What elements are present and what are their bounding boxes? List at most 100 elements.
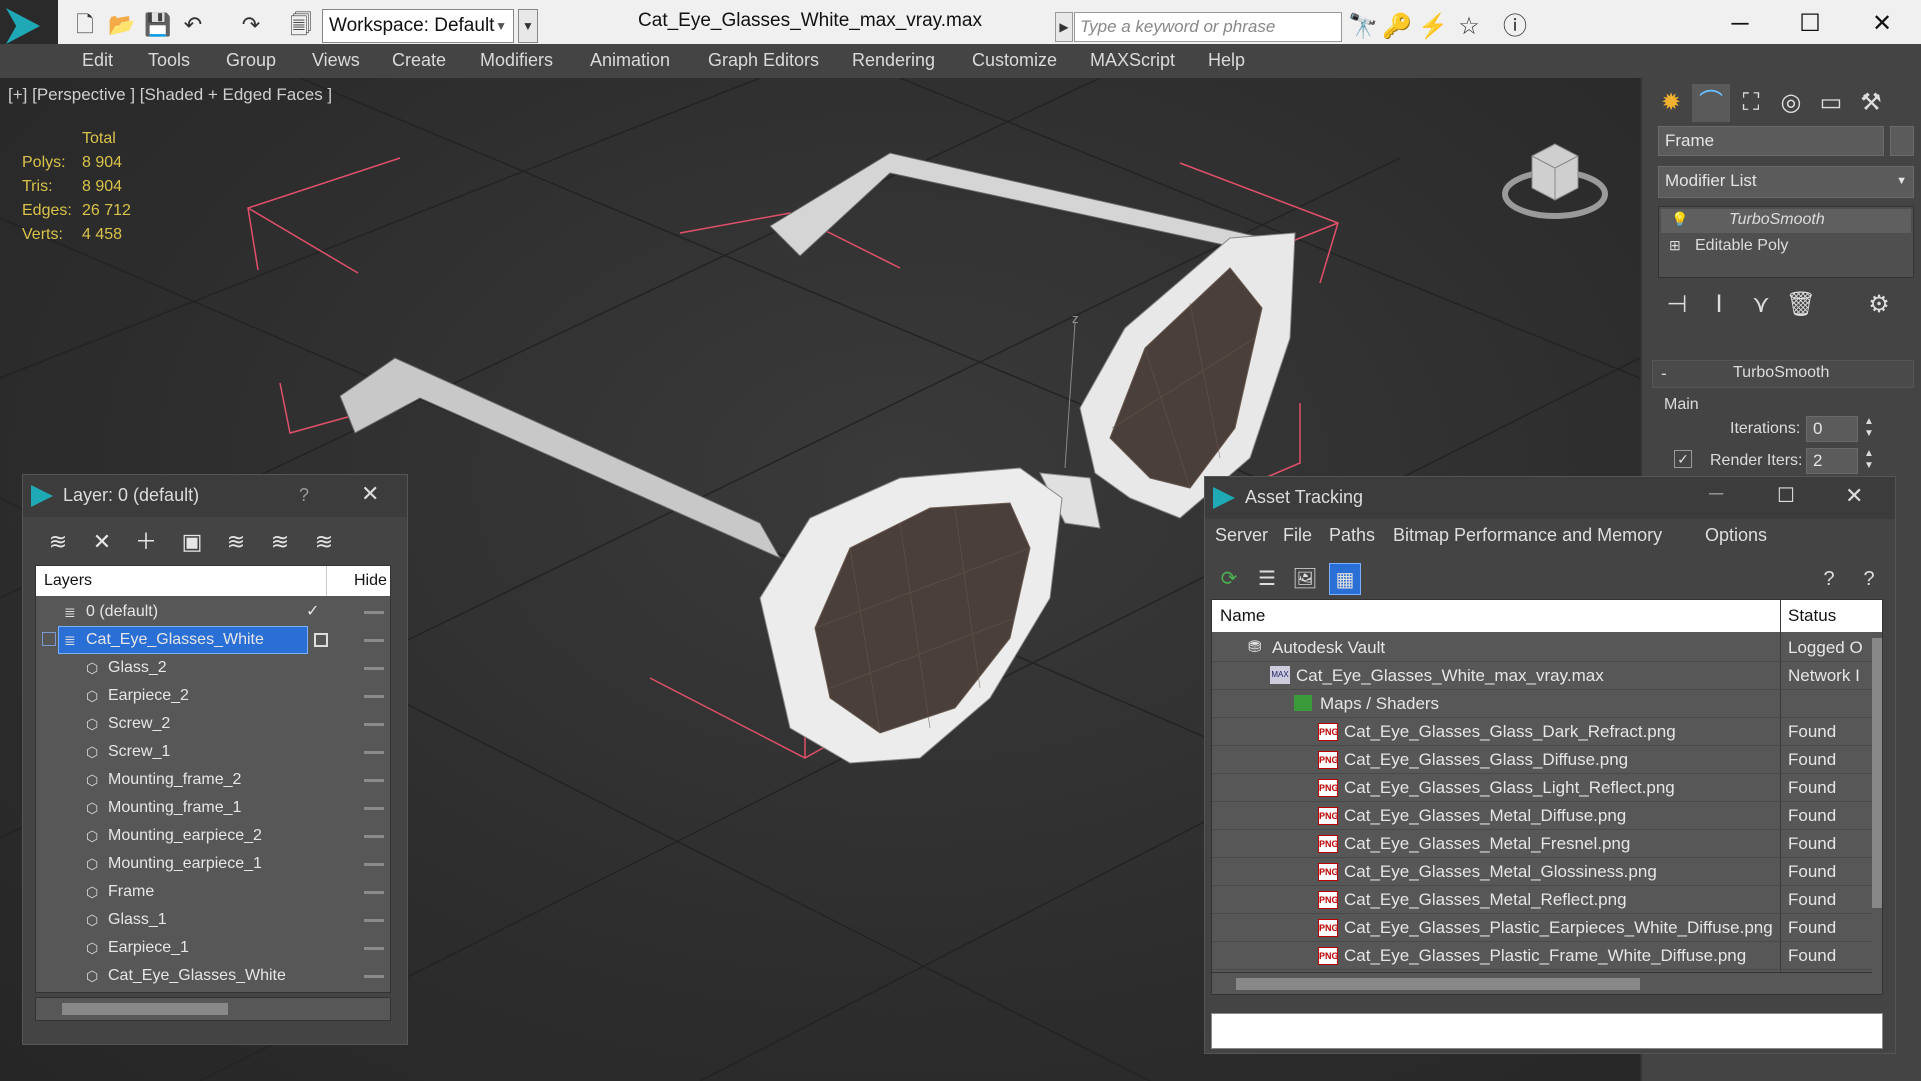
asset-row-png[interactable]: PNG Cat_Eye_Glasses_Glass_Dark_Refract.pn… — [1212, 718, 1882, 746]
collapse-icon[interactable] — [42, 632, 56, 646]
iterations-spinner[interactable]: 0 — [1806, 416, 1858, 442]
object-row[interactable]: ⬡ Glass_1 — [36, 906, 390, 934]
workspace-dropdown[interactable]: Workspace: Default ▼ — [322, 9, 514, 43]
redo-icon[interactable]: ↷ — [238, 12, 264, 38]
hierarchy-tab-icon[interactable]: ⛶ — [1732, 84, 1770, 122]
asset-horizontal-scrollbar[interactable] — [1212, 972, 1872, 994]
object-row[interactable]: ⬡ Glass_2 — [36, 654, 390, 682]
render-iters-checkbox[interactable]: ✓ — [1674, 450, 1692, 468]
object-row[interactable]: ⬡ Earpiece_2 — [36, 682, 390, 710]
menu-edit[interactable]: Edit — [82, 50, 113, 71]
col-status[interactable]: Status — [1788, 600, 1836, 632]
communication-icon[interactable]: ⚡ — [1418, 12, 1448, 42]
lightbulb-icon[interactable]: 💡 — [1671, 211, 1688, 228]
layer-properties-icon[interactable]: ≋ — [307, 525, 341, 559]
menu-animation[interactable]: Animation — [590, 50, 670, 71]
project-folder-icon[interactable]: 🗐 — [288, 12, 314, 38]
remove-modifier-icon[interactable]: 🗑 — [1782, 286, 1820, 324]
menu-tools[interactable]: Tools — [148, 50, 190, 71]
hide-toggle[interactable] — [364, 863, 384, 866]
scroll-thumb[interactable] — [1872, 638, 1882, 908]
search-input[interactable]: Type a keyword or phrase — [1074, 12, 1342, 42]
stack-item-turbosmooth[interactable]: 💡 TurboSmooth — [1661, 209, 1911, 233]
maximize-button[interactable]: ☐ — [1780, 4, 1840, 44]
active-layer-check-icon[interactable]: ✓ — [306, 598, 319, 626]
hide-toggle[interactable] — [364, 807, 384, 810]
table-view-icon[interactable]: ▦ — [1329, 563, 1361, 595]
create-layer-icon[interactable]: ≋ — [41, 525, 75, 559]
asset-row-png[interactable]: PNG Cat_Eye_Glasses_Metal_Glossiness.png F… — [1212, 858, 1882, 886]
hide-toggle[interactable] — [364, 611, 384, 614]
hide-toggle[interactable] — [364, 975, 384, 978]
object-name-field[interactable]: Frame — [1658, 126, 1884, 156]
asset-row-vault[interactable]: ⛃ Autodesk Vault Logged O — [1212, 634, 1882, 662]
make-unique-icon[interactable]: ⋎ — [1742, 286, 1780, 324]
utilities-tab-icon[interactable]: ⚒ — [1852, 84, 1890, 122]
hide-toggle[interactable] — [364, 947, 384, 950]
asset-help-icon[interactable]: ? — [1853, 563, 1885, 595]
thumbnail-view-icon[interactable]: 🖼 — [1289, 563, 1321, 595]
viewcube-icon[interactable] — [1502, 126, 1608, 222]
maximize-icon[interactable]: ☐ — [1777, 483, 1795, 508]
binoculars-icon[interactable]: 🔭 — [1348, 12, 1378, 42]
render-iters-spinner-arrows[interactable]: ▲ ▼ — [1864, 448, 1874, 472]
object-row[interactable]: ⬡ Mounting_earpiece_2 — [36, 822, 390, 850]
asset-row-png[interactable]: PNG Cat_Eye_Glasses_Glass_Diffuse.png Foun… — [1212, 746, 1882, 774]
render-iters-spinner[interactable]: 2 — [1806, 448, 1858, 474]
hide-toggle[interactable] — [364, 891, 384, 894]
search-expand-icon[interactable]: ▶ — [1055, 12, 1073, 42]
select-objects-icon[interactable]: ▣ — [175, 525, 209, 559]
menu-rendering[interactable]: Rendering — [852, 50, 935, 71]
modifier-list-dropdown[interactable]: Modifier List ▼ — [1658, 166, 1914, 198]
asset-menu-server[interactable]: Server — [1215, 525, 1268, 546]
menu-views[interactable]: Views — [312, 50, 360, 71]
asset-menu-options[interactable]: Options — [1705, 525, 1767, 546]
refresh-icon[interactable]: ⟳ — [1213, 563, 1245, 595]
object-row[interactable]: ⬡ Cat_Eye_Glasses_White — [36, 962, 390, 990]
asset-row-png[interactable]: PNG Cat_Eye_Glasses_Plastic_Frame_White_D… — [1212, 942, 1882, 970]
new-file-icon[interactable]: 🗋 — [72, 12, 98, 38]
asset-window-titlebar[interactable]: Asset Tracking ─ ☐ ✕ — [1205, 477, 1895, 519]
create-tab-icon[interactable]: ✹ — [1652, 84, 1690, 122]
turbosmooth-rollout-header[interactable]: - TurboSmooth — [1652, 360, 1914, 388]
close-icon[interactable]: ✕ — [361, 481, 379, 507]
scroll-thumb[interactable] — [1236, 978, 1640, 990]
expand-plus-icon[interactable]: ⊞ — [1669, 237, 1681, 254]
open-file-icon[interactable]: 📂 — [108, 12, 135, 38]
close-button[interactable]: ✕ — [1852, 4, 1912, 44]
modify-tab-icon[interactable]: ⌒ — [1692, 84, 1730, 122]
asset-row-png[interactable]: PNG Cat_Eye_Glasses_Glass_Light_Reflect.p… — [1212, 774, 1882, 802]
hide-toggle[interactable] — [364, 667, 384, 670]
delete-layer-icon[interactable]: ✕ — [85, 525, 119, 559]
layer-window-titlebar[interactable]: Layer: 0 (default) ? ✕ — [23, 475, 407, 517]
favorites-star-icon[interactable]: ☆ — [1454, 12, 1484, 42]
layer-row-cat-eye-glasses[interactable]: ≣ Cat_Eye_Glasses_White — [36, 626, 390, 654]
col-layers[interactable]: Layers — [44, 566, 92, 596]
menu-maxscript[interactable]: MAXScript — [1090, 50, 1175, 71]
asset-row-png[interactable]: PNG Cat_Eye_Glasses_Metal_Reflect.png Foun… — [1212, 886, 1882, 914]
stack-item-editable-poly[interactable]: ⊞ Editable Poly — [1661, 235, 1911, 259]
object-row[interactable]: ⬡ Mounting_earpiece_1 — [36, 850, 390, 878]
object-row[interactable]: ⬡ Mounting_frame_2 — [36, 766, 390, 794]
object-color-swatch[interactable] — [1890, 126, 1914, 156]
hide-toggle[interactable] — [364, 695, 384, 698]
iterations-spinner-arrows[interactable]: ▲ ▼ — [1864, 416, 1874, 440]
minimize-button[interactable]: ─ — [1710, 4, 1770, 44]
hide-toggle[interactable] — [364, 779, 384, 782]
layer-row-default[interactable]: ≣ 0 (default) ✓ — [36, 598, 390, 626]
asset-row-png[interactable]: PNG Cat_Eye_Glasses_Metal_Diffuse.png Foun… — [1212, 802, 1882, 830]
hide-toggle[interactable] — [364, 835, 384, 838]
menu-help[interactable]: Help — [1208, 50, 1245, 71]
object-row[interactable]: ⬡ Screw_1 — [36, 738, 390, 766]
asset-vertical-scrollbar[interactable] — [1872, 632, 1882, 972]
show-end-result-icon[interactable]: Ⅰ — [1700, 286, 1738, 324]
workspace-menu-button[interactable]: ▼ — [518, 9, 538, 43]
hide-toggle[interactable] — [364, 751, 384, 754]
viewport-label[interactable]: [+] [Perspective ] [Shaded + Edged Faces… — [8, 85, 332, 105]
col-name[interactable]: Name — [1220, 600, 1265, 632]
layer-horizontal-scrollbar[interactable] — [35, 997, 391, 1021]
configure-sets-icon[interactable]: ⚙ — [1860, 286, 1898, 324]
asset-row-png[interactable]: PNG Cat_Eye_Glasses_Plastic_Earpieces_Whi… — [1212, 914, 1882, 942]
object-row[interactable]: ⬡ Earpiece_1 — [36, 934, 390, 962]
motion-tab-icon[interactable]: ◎ — [1772, 84, 1810, 122]
